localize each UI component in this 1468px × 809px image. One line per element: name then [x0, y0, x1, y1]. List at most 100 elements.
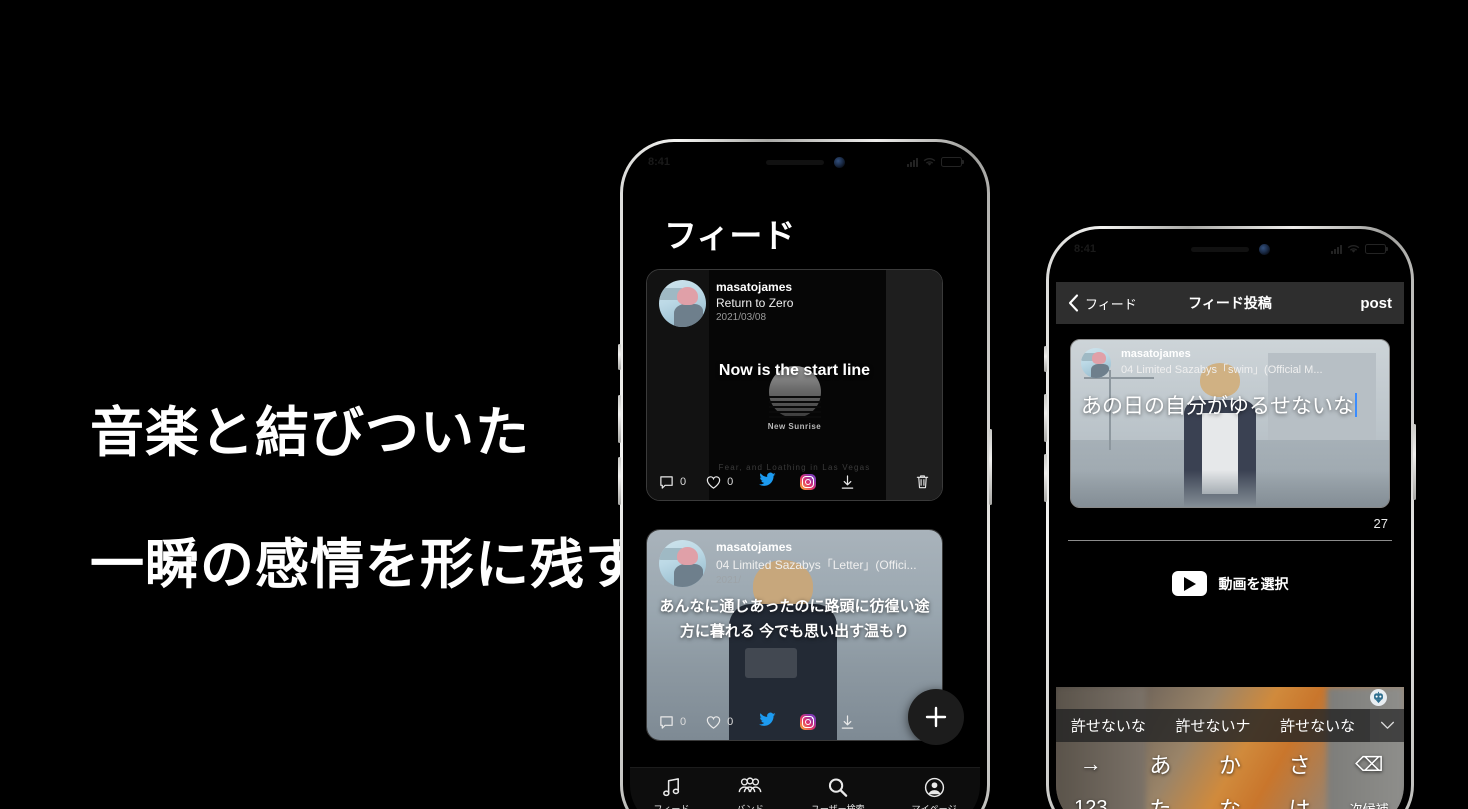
keyboard-row: 123 た な は 次候補: [1056, 786, 1404, 809]
right-phone-volume-up[interactable]: [1044, 394, 1047, 442]
heart-icon: [706, 475, 721, 489]
post-header: masatojames 04 Limited Sazabys「Letter」(O…: [647, 530, 942, 587]
next-candidate-key[interactable]: 次候補: [1334, 799, 1404, 809]
post-username[interactable]: masatojames: [716, 280, 793, 294]
left-phone-power-button[interactable]: [989, 429, 992, 505]
post-button[interactable]: post: [1360, 295, 1392, 312]
char-counter: 27: [1373, 516, 1388, 531]
earpiece-speaker: [1190, 246, 1249, 252]
key-sa[interactable]: さ: [1265, 748, 1335, 780]
arrow-right-key[interactable]: →: [1056, 751, 1126, 777]
video-picker-row[interactable]: 動画を選択: [1056, 571, 1404, 596]
suggestion-item[interactable]: 許せないナ: [1161, 715, 1266, 736]
post-username[interactable]: masatojames: [716, 540, 917, 554]
keyboard-row: → あ か さ ⌫: [1056, 742, 1404, 786]
editor-username: masatojames: [1121, 348, 1191, 360]
twitter-icon[interactable]: [759, 472, 776, 492]
twitter-icon[interactable]: [759, 712, 776, 732]
avatar[interactable]: [659, 280, 706, 327]
left-phone-notch: [730, 149, 880, 175]
headline-line-1: 音楽と結びついた: [90, 401, 530, 464]
status-time: 8:41: [648, 156, 671, 168]
key-ta[interactable]: た: [1126, 792, 1196, 809]
instagram-icon[interactable]: [800, 474, 817, 490]
right-phone-power-button[interactable]: [1413, 424, 1416, 500]
plus-icon: [925, 706, 947, 728]
post-editor-card[interactable]: masatojames 04 Limited Sazabys「swim」(Off…: [1070, 339, 1390, 508]
editor-text-row[interactable]: あの日の自分がゆるせないな: [1081, 390, 1379, 420]
key-ha[interactable]: は: [1265, 792, 1335, 809]
search-icon: [829, 778, 848, 797]
key-ka[interactable]: か: [1195, 748, 1265, 780]
right-phone-device: 8:41 フィード フィード投稿 post masatojames 04 Lim…: [1044, 226, 1416, 809]
comment-action[interactable]: 0: [659, 715, 686, 730]
album-art-title: New Sunrise: [767, 422, 822, 431]
sidebar-item-mypage[interactable]: マイページ: [911, 776, 957, 809]
post-date: 2021/: [716, 575, 742, 586]
software-keyboard: 許せないな 許せないナ 許せないな → あ か さ ⌫ 123 次候補: [1056, 687, 1404, 809]
sidebar-item-feed[interactable]: フィード: [654, 776, 689, 809]
editor-post-header: masatojames 04 Limited Sazabys「swim」(Off…: [1071, 340, 1389, 378]
text-cursor: [1355, 393, 1357, 417]
sidebar-item-band[interactable]: バンド: [736, 776, 764, 809]
music-note-icon: [662, 778, 680, 797]
comment-count: 0: [680, 476, 687, 488]
person-circle-icon: [924, 777, 944, 798]
keyboard-rows: → あ か さ ⌫ 123 た な は 次候補: [1056, 742, 1404, 809]
like-action[interactable]: 0: [706, 475, 733, 490]
wifi-icon: [923, 157, 936, 166]
key-na[interactable]: な: [1195, 792, 1265, 809]
signal-bars-icon: [1331, 244, 1342, 254]
download-icon[interactable]: [840, 714, 855, 730]
album-art-stripes: [768, 396, 821, 418]
back-button[interactable]: フィード: [1068, 294, 1137, 313]
comment-action[interactable]: 0: [659, 475, 686, 490]
post-header: masatojames Return to Zero 2021/03/08: [647, 270, 942, 327]
instagram-icon[interactable]: [800, 714, 817, 730]
right-phone-volume-down[interactable]: [1044, 454, 1047, 502]
numbers-key[interactable]: 123: [1056, 797, 1126, 809]
bottom-tab-bar: フィード バンド ユーザー検索 マイページ: [630, 767, 980, 809]
signal-bars-icon: [907, 157, 918, 167]
post-lyric: Now is the start line: [718, 362, 871, 379]
suggestion-item[interactable]: 許せないな: [1265, 715, 1370, 736]
left-phone-mute-switch[interactable]: [618, 344, 621, 370]
post-song-title: 04 Limited Sazabys「Letter」(Offici...: [716, 558, 917, 572]
download-icon[interactable]: [840, 474, 855, 490]
like-action[interactable]: 0: [706, 715, 733, 730]
comment-count: 0: [680, 716, 687, 728]
earpiece-speaker: [765, 159, 824, 165]
tab-label: マイページ: [911, 804, 957, 809]
video-picker-label: 動画を選択: [1218, 575, 1289, 592]
editor-text-input[interactable]: あの日の自分がゆるせないな: [1081, 390, 1354, 420]
left-phone-volume-down[interactable]: [618, 457, 621, 505]
youtube-play-icon: [1171, 571, 1207, 596]
comment-icon: [660, 715, 673, 729]
key-a[interactable]: あ: [1126, 748, 1196, 780]
backspace-key[interactable]: ⌫: [1334, 752, 1404, 777]
like-count: 0: [727, 716, 734, 728]
battery-icon: [1365, 244, 1386, 254]
avatar[interactable]: [1081, 348, 1111, 378]
back-label: フィード: [1085, 296, 1137, 312]
right-phone-mute-switch[interactable]: [1044, 346, 1047, 372]
tab-label: バンド: [736, 804, 764, 809]
add-post-button[interactable]: [908, 689, 964, 745]
feed-post-card[interactable]: New Sunrise Fear, and Loathing in Las Ve…: [646, 269, 943, 501]
assistant-robot-icon[interactable]: [1370, 689, 1387, 706]
suggestion-item[interactable]: 許せないな: [1056, 715, 1161, 736]
sidebar-item-user-search[interactable]: ユーザー検索: [811, 776, 865, 809]
left-phone-volume-up[interactable]: [618, 395, 621, 443]
editor-song-title: 04 Limited Sazabys「swim」(Official M...: [1121, 364, 1323, 376]
front-camera-icon: [1258, 243, 1270, 255]
front-camera-icon: [833, 156, 845, 168]
navbar-title: フィード投稿: [1188, 295, 1272, 311]
post-action-bar: 0 0: [647, 464, 942, 500]
feed-post-card[interactable]: masatojames 04 Limited Sazabys「Letter」(O…: [646, 529, 943, 741]
status-time: 8:41: [1074, 243, 1097, 255]
avatar[interactable]: [659, 540, 706, 587]
chevron-down-icon[interactable]: [1370, 709, 1404, 742]
wifi-icon: [1347, 244, 1360, 253]
trash-icon[interactable]: [915, 474, 930, 490]
section-divider: [1068, 540, 1392, 541]
